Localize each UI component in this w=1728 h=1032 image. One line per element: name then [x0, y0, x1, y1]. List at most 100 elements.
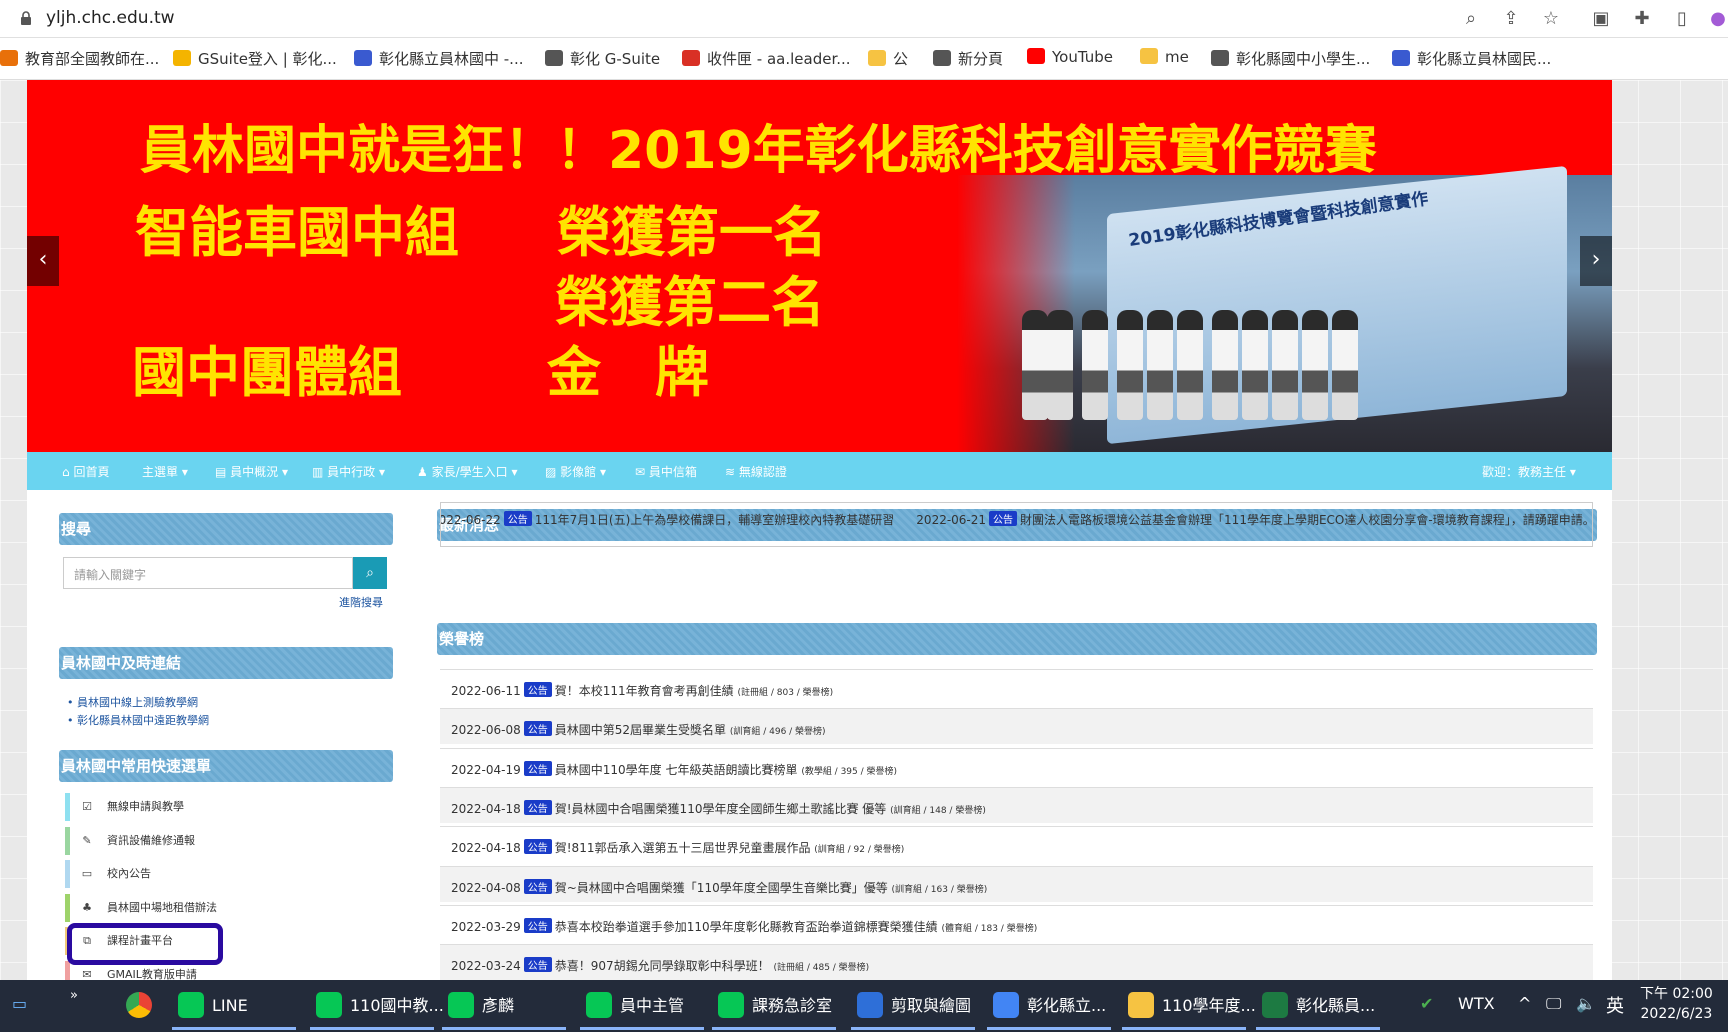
- nav-icon: ≋: [725, 465, 736, 479]
- banner-line-4b: 金 牌: [547, 341, 709, 404]
- bookmark-icon: [173, 50, 191, 66]
- nav-item[interactable]: ▥ 員中行政 ▾: [312, 463, 385, 480]
- honor-row[interactable]: 2022-03-29 公告 恭喜本校跆拳道選手參加110學年度彰化縣教育盃跆拳道錦標…: [440, 904, 1593, 941]
- taskbar-app[interactable]: LINE: [178, 992, 248, 1018]
- notice-badge: 公告: [523, 799, 552, 815]
- nav-item[interactable]: ✉ 員中信箱: [635, 463, 697, 480]
- running-indicator: [1256, 1027, 1380, 1030]
- carousel-next-button[interactable]: ›: [1580, 236, 1612, 286]
- notice-badge: 公告: [523, 957, 552, 973]
- bookmark-item[interactable]: GSuite登入 | 彰化...: [173, 48, 337, 69]
- tray-text: WTX: [1458, 994, 1495, 1013]
- taskbar-app[interactable]: 課務急診室: [718, 992, 832, 1018]
- clock[interactable]: 下午 02:00 2022/6/23: [1640, 984, 1713, 1024]
- network-icon[interactable]: 🖵: [1546, 994, 1561, 1014]
- notice-badge: 公告: [523, 839, 552, 855]
- profile-avatar[interactable]: ●: [1706, 8, 1728, 29]
- news-item[interactable]: 2022-06-21 公告 財團法人電路板環境公益基金會辦理「111學年度上學期EC…: [916, 511, 1592, 527]
- honor-row[interactable]: 2022-06-11 公告 賀！本校111年教育會考再創佳績 (註冊組 / 803 …: [440, 669, 1593, 705]
- wtx-icon[interactable]: ✔: [1420, 994, 1433, 1013]
- bookmark-item[interactable]: 彰化縣國中小學生...: [1211, 48, 1370, 69]
- running-indicator: [987, 1027, 1111, 1030]
- bookmark-icon: [682, 50, 700, 66]
- taskbar-app[interactable]: 110學年度...: [1128, 992, 1256, 1018]
- banner-line-4a: 國中團體組: [132, 341, 402, 404]
- menu-item-icon: ♣: [82, 900, 92, 914]
- honor-title: 榮譽榜: [437, 623, 1597, 655]
- quick-menu-item[interactable]: ☑ 無線申請與教學: [65, 791, 355, 823]
- zoom-icon[interactable]: ⌕: [1459, 8, 1483, 29]
- sidebar-link[interactable]: • 員林國中線上測驗教學網: [67, 694, 198, 710]
- bookmark-item[interactable]: me: [1140, 48, 1189, 66]
- taskbar-app[interactable]: 彰化縣員...: [1262, 992, 1375, 1018]
- app-icon: [316, 992, 342, 1018]
- input-lang[interactable]: 英: [1606, 992, 1624, 1018]
- search-input[interactable]: 請輸入關鍵字: [63, 557, 353, 589]
- overflow-icon[interactable]: »: [70, 988, 78, 1003]
- nav-item[interactable]: ≋ 無線認證: [725, 463, 787, 480]
- taskbar: ▭ » LINE 110國中教... 彥麟 員中主管 課務急診室 剪取與繪圖 彰化縣立...…: [0, 980, 1728, 1032]
- taskbar-app[interactable]: 110國中教...: [316, 992, 444, 1018]
- carousel-prev-button[interactable]: ‹: [27, 236, 59, 286]
- tray-chevron-icon[interactable]: ^: [1518, 994, 1531, 1013]
- honor-row[interactable]: 2022-04-19 公告 員林國中110學年度 七年級英語朗讀比賽榜單 (教學組 …: [440, 747, 1593, 784]
- news-item[interactable]: 2022-06-22公告111年7月1日(五)上午為學校備課日，輔導室辦理校內特…: [441, 511, 894, 527]
- bookmark-item[interactable]: YouTube: [1027, 48, 1113, 66]
- honor-row[interactable]: 2022-04-08 公告 賀~員林國中合唱團榮獲「110學年度全國學生音樂比賽」優…: [440, 865, 1593, 902]
- hero-banner: 2019彰化縣科技博覽會暨科技創意實作 員林國中就是狂！！2019年彰化縣科技創…: [27, 80, 1612, 452]
- desktop-icon[interactable]: ▭: [12, 994, 27, 1013]
- bookmark-item[interactable]: 彰化縣立員林國中 -...: [354, 48, 524, 69]
- taskbar-app[interactable]: 剪取與繪圖: [857, 992, 971, 1018]
- student-figure: [1117, 310, 1143, 420]
- honor-row[interactable]: 2022-03-24 公告 恭喜！907胡錫允同學錄取彰中科學班！ (註冊組 / 4…: [440, 944, 1593, 981]
- bookmark-item[interactable]: 公: [868, 48, 908, 69]
- bookmark-icon: [1392, 50, 1410, 66]
- chrome-icon[interactable]: [126, 992, 160, 1018]
- student-figure: [1332, 310, 1358, 420]
- links-panel-title: 員林國中及時連結: [59, 647, 393, 679]
- app-icon: [993, 992, 1019, 1018]
- puzzle-icon[interactable]: ✚: [1630, 8, 1654, 29]
- notice-badge: 公告: [523, 682, 552, 697]
- honor-row[interactable]: 2022-04-18 公告 賀!811郭岳承入選第五十三屆世界兒童畫展作品 (訓育組…: [440, 826, 1593, 862]
- taskbar-app[interactable]: 彰化縣立...: [993, 992, 1106, 1018]
- share-icon[interactable]: ⇪: [1499, 8, 1523, 29]
- running-indicator: [1122, 1027, 1246, 1030]
- volume-icon[interactable]: 🔈: [1576, 994, 1596, 1013]
- app-icon: [718, 992, 744, 1018]
- honor-row[interactable]: 2022-04-18 公告 賀!員林國中合唱團榮獲110學年度全國師生鄉土歌謠比賽 …: [440, 786, 1593, 823]
- notice-badge: 公告: [523, 721, 552, 737]
- bookmark-item[interactable]: 收件匣 - aa.leader...: [682, 48, 851, 69]
- taskbar-app[interactable]: 員中主管: [586, 992, 684, 1018]
- bookmark-item[interactable]: 彰化 G-Suite: [545, 48, 660, 69]
- nav-item[interactable]: ⌂ 回首頁: [62, 463, 109, 480]
- quick-menu-item[interactable]: ▭ 校內公告: [65, 858, 355, 890]
- taskbar-app[interactable]: 彥麟: [448, 992, 514, 1018]
- extension-icon[interactable]: ▣: [1589, 8, 1613, 29]
- bookmark-icon: [545, 50, 563, 66]
- bookmark-item[interactable]: 教育部全國教師在...: [0, 48, 159, 69]
- bookmark-item[interactable]: 新分頁: [933, 48, 1003, 69]
- student-figure: [1272, 310, 1298, 420]
- sidepanel-icon[interactable]: ▯: [1670, 8, 1694, 29]
- welcome-menu[interactable]: 歡迎：教務主任 ▾: [1482, 463, 1576, 480]
- nav-item[interactable]: 主選單 ▾: [142, 463, 188, 480]
- nav-item[interactable]: ♟ 家長/學生入口 ▾: [417, 463, 517, 480]
- nav-item[interactable]: ▤ 員中概況 ▾: [215, 463, 288, 480]
- quick-menu-item[interactable]: ✎ 資訊設備維修通報: [65, 825, 355, 857]
- quick-menu-item[interactable]: ♣ 員林國中場地租借辦法: [65, 892, 355, 924]
- annotation-highlight: [67, 923, 223, 965]
- url-text[interactable]: yljh.chc.edu.tw: [46, 8, 175, 28]
- search-button[interactable]: ⌕: [353, 557, 387, 589]
- address-bar[interactable]: yljh.chc.edu.tw ⌕ ⇪ ☆ ▣ ✚ ▯ ●: [0, 0, 1728, 38]
- honor-row[interactable]: 2022-06-08 公告 員林國中第52屆畢業生受獎名單 (訓育組 / 496 /…: [440, 708, 1593, 745]
- nav-item[interactable]: ▨ 影像館 ▾: [545, 463, 606, 480]
- menu-item-icon: ☑: [82, 800, 92, 813]
- search-panel-title: 搜尋: [59, 513, 393, 545]
- star-icon[interactable]: ☆: [1539, 8, 1563, 29]
- sidebar-link[interactable]: • 彰化縣員林國中遠距教學網: [67, 712, 209, 728]
- running-indicator: [851, 1027, 975, 1030]
- advanced-search-link[interactable]: 進階搜尋: [339, 594, 383, 610]
- menu-bar: [65, 893, 70, 922]
- bookmark-item[interactable]: 彰化縣立員林國民...: [1392, 48, 1551, 69]
